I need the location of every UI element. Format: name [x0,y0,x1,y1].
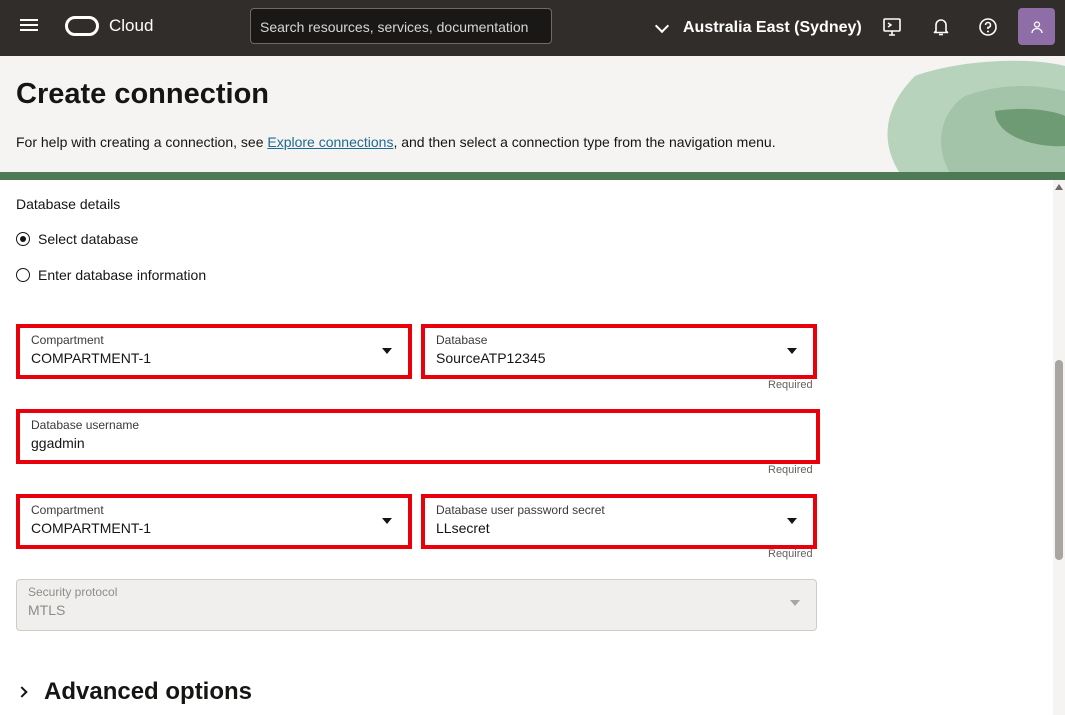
cloud-shell-icon[interactable] [880,15,904,39]
compartment-select[interactable]: Compartment COMPARTMENT-1 [16,494,412,549]
field-label: Database username [31,418,140,432]
explore-connections-link[interactable]: Explore connections [267,134,393,150]
help-prefix: For help with creating a connection, see [16,134,268,150]
radio-select-database[interactable]: Select database [16,229,138,249]
page-title: Create connection [16,78,269,110]
top-navigation-bar: Cloud Search resources, services, docume… [0,0,1065,56]
caret-down-icon [382,348,392,354]
required-hint: Required [768,464,813,476]
chevron-down-icon [654,18,670,33]
help-text: For help with creating a connection, see… [16,134,776,150]
field-value: ggadmin [31,435,85,451]
page-header: Create connection For help with creating… [0,56,1065,180]
search-input[interactable]: Search resources, services, documentatio… [250,8,552,44]
security-protocol-select: Security protocol MTLS [16,579,817,631]
database-select[interactable]: Database SourceATP12345 [421,324,817,379]
scroll-thumb[interactable] [1055,360,1063,560]
decorative-strip [0,172,1065,180]
field-label: Compartment [31,503,104,517]
required-hint: Required [768,548,813,560]
required-hint: Required [768,379,813,391]
region-selector[interactable]: Australia East (Sydney) [652,16,862,40]
help-icon[interactable] [976,15,1000,39]
bell-icon[interactable] [929,15,953,39]
caret-down-icon [790,600,800,606]
radio-enter-database-info[interactable]: Enter database information [16,265,206,285]
caret-down-icon [382,518,392,524]
caret-down-icon [787,348,797,354]
database-username-input[interactable]: Database username ggadmin [16,409,820,464]
chevron-right-icon [16,686,28,698]
field-label: Database [436,333,488,347]
field-value: COMPARTMENT-1 [31,520,152,536]
user-avatar[interactable] [1018,8,1055,45]
radio-label: Select database [38,231,139,247]
field-label: Database user password secret [436,503,605,517]
radio-button-checked[interactable] [16,232,30,246]
help-suffix: , and then select a connection type from… [393,134,776,150]
region-label: Australia East (Sydney) [683,19,862,36]
field-label: Security protocol [28,585,118,599]
user-icon [1030,20,1043,33]
advanced-options-label: Advanced options [44,678,253,705]
database-details-label: Database details [16,196,121,212]
field-value: COMPARTMENT-1 [31,350,152,366]
password-secret-select[interactable]: Database user password secret LLsecret [421,494,817,549]
brand-name[interactable]: Cloud [109,16,153,36]
field-value: MTLS [28,602,66,618]
vertical-scrollbar[interactable] [1053,180,1065,715]
radio-button[interactable] [16,268,30,282]
decorative-illustration [887,60,1065,180]
advanced-options-toggle[interactable]: Advanced options [16,678,253,706]
hamburger-icon[interactable] [18,17,40,39]
field-value: LLsecret [436,520,490,536]
radio-label: Enter database information [38,267,207,283]
field-label: Compartment [31,333,104,347]
compartment-select[interactable]: Compartment COMPARTMENT-1 [16,324,412,379]
cloud-logo[interactable] [65,16,99,36]
caret-down-icon [787,518,797,524]
scroll-up-arrow[interactable] [1055,184,1063,190]
field-value: SourceATP12345 [436,350,546,366]
